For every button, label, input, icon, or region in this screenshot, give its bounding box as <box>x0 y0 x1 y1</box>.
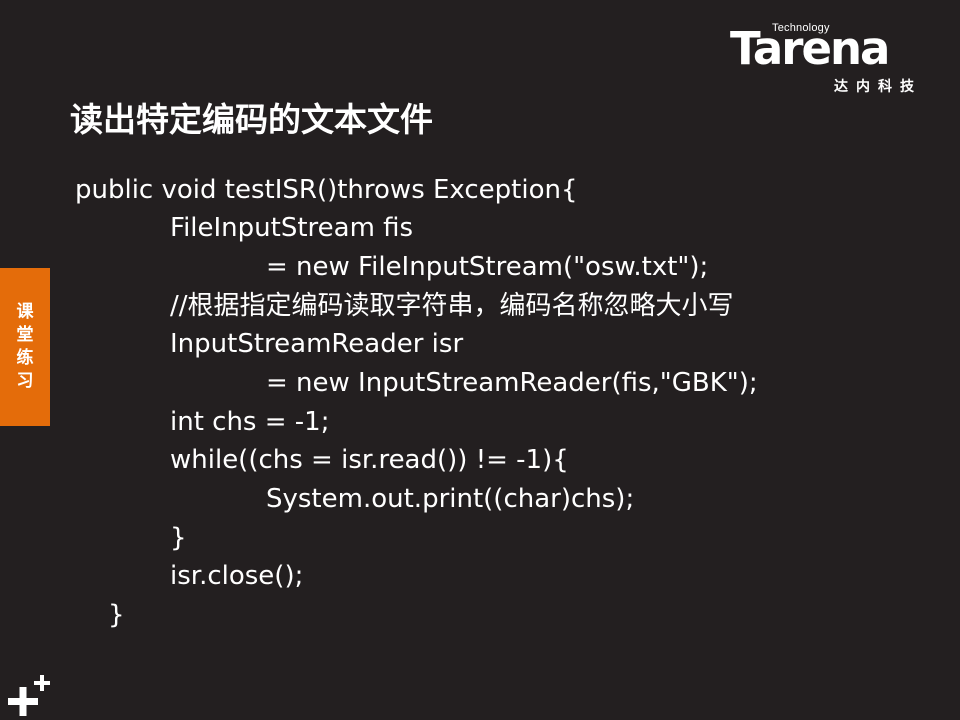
code-line: isr.close(); <box>170 561 304 591</box>
code-line: while((chs = isr.read()) != -1){ <box>170 445 569 475</box>
code-line: FileInputStream fis <box>170 213 414 243</box>
code-line: int chs = -1; <box>170 407 330 437</box>
code-line: } <box>108 600 125 630</box>
code-line: InputStreamReader isr <box>170 329 464 359</box>
side-tab-char: 练 <box>16 348 34 368</box>
classroom-exercise-tab: 课 堂 练 习 <box>0 268 50 426</box>
side-tab-char: 习 <box>16 371 34 391</box>
tarena-logo: Technology Tarena 达内科技 <box>730 22 926 100</box>
side-tab-char: 课 <box>16 302 34 322</box>
logo-subtitle: 达内科技 <box>834 79 922 95</box>
code-line: = new InputStreamReader(fis,"GBK"); <box>266 368 758 398</box>
logo-name: Tarena <box>730 22 890 75</box>
plus-plus-icon <box>8 675 50 716</box>
code-line: = new FileInputStream("osw.txt"); <box>266 252 709 282</box>
code-line: System.out.print((char)chs); <box>266 484 635 514</box>
code-line: } <box>170 523 187 553</box>
code-comment-line: //根据指定编码读取字符串，编码名称忽略大小写 <box>170 291 734 321</box>
slide-title: 读出特定编码的文本文件 <box>70 100 433 139</box>
side-tab-char: 堂 <box>16 325 34 345</box>
code-line: public void testISR()throws Exception{ <box>75 175 578 205</box>
